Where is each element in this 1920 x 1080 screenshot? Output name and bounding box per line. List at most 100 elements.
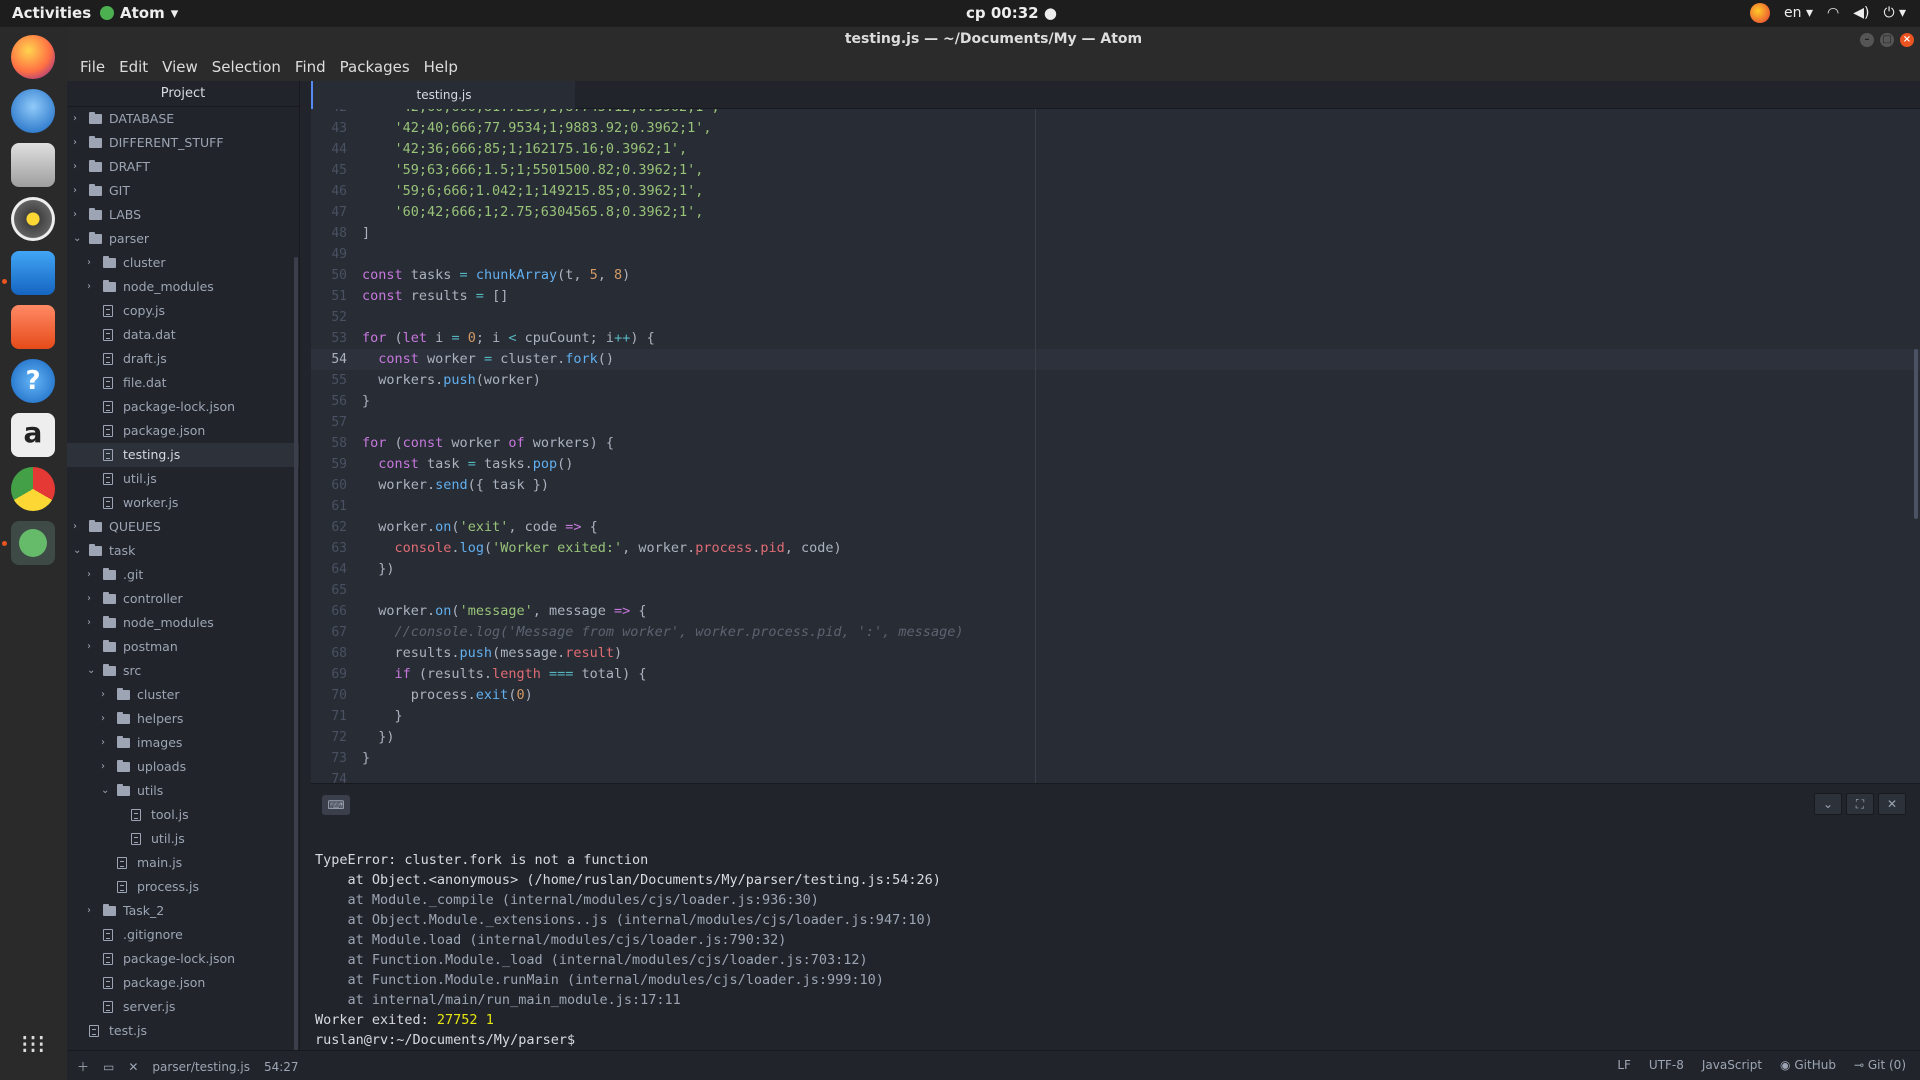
status-grammar[interactable]: JavaScript bbox=[1702, 1058, 1762, 1072]
code-line[interactable]: const tasks = chunkArray(t, 5, 8) bbox=[362, 265, 1902, 286]
chevron-right-icon[interactable]: › bbox=[87, 563, 99, 587]
chevron-right-icon[interactable]: › bbox=[73, 131, 85, 155]
code-line[interactable]: const worker = cluster.fork() bbox=[362, 349, 1902, 370]
chevron-down-icon[interactable]: ⌄ bbox=[101, 779, 113, 803]
tree-folder[interactable]: › controller bbox=[67, 587, 299, 611]
app-menu[interactable]: Atom ▾ bbox=[100, 4, 178, 22]
menu-help[interactable]: Help bbox=[417, 58, 465, 76]
code-line[interactable]: '59;6;666;1.042;1;149215.85;0.3962;1', bbox=[362, 181, 1902, 202]
chevron-right-icon[interactable]: › bbox=[87, 251, 99, 275]
sidebar-scrollbar[interactable] bbox=[294, 257, 298, 1050]
chevron-right-icon[interactable]: › bbox=[73, 179, 85, 203]
code-line[interactable]: for (let i = 0; i < cpuCount; i++) { bbox=[362, 328, 1902, 349]
power-menu-icon[interactable]: ⏻ ▾ bbox=[1883, 5, 1906, 21]
status-file-path[interactable]: parser/testing.js bbox=[152, 1060, 250, 1074]
tree-folder[interactable]: › LABS bbox=[67, 203, 299, 227]
chevron-down-icon[interactable]: ⌄ bbox=[73, 227, 85, 251]
code-line[interactable]: results.push(message.result) bbox=[362, 643, 1902, 664]
code-line[interactable]: } bbox=[362, 706, 1902, 727]
code-editor[interactable]: 42 43 44 45 46 47 48 49 50 51 52 53 54 55 56 57 58 59 60 61… bbox=[311, 109, 1920, 783]
tree-file[interactable]: file.dat bbox=[67, 371, 299, 395]
code-line[interactable]: if (results.length === total) { bbox=[362, 664, 1902, 685]
tree-file[interactable]: data.dat bbox=[67, 323, 299, 347]
tree-file[interactable]: test.js bbox=[67, 1019, 299, 1043]
code-line[interactable]: worker.on('message', message => { bbox=[362, 601, 1902, 622]
tree-folder[interactable]: ⌄ parser bbox=[67, 227, 299, 251]
tree-folder[interactable]: › images bbox=[67, 731, 299, 755]
menu-file[interactable]: File bbox=[73, 58, 112, 76]
chevron-right-icon[interactable]: › bbox=[87, 899, 99, 923]
tree-file[interactable]: main.js bbox=[67, 851, 299, 875]
code-line[interactable]: console.log('Worker exited:', worker.pro… bbox=[362, 538, 1902, 559]
code-line[interactable]: '59;63;666;1.5;1;5501500.82;0.3962;1', bbox=[362, 160, 1902, 181]
code-line[interactable]: workers.push(worker) bbox=[362, 370, 1902, 391]
tree-folder[interactable]: › .git bbox=[67, 563, 299, 587]
chevron-right-icon[interactable]: › bbox=[101, 731, 113, 755]
tree-file[interactable]: tool.js bbox=[67, 803, 299, 827]
add-terminal-icon[interactable]: ＋ bbox=[77, 1058, 89, 1075]
tree-file[interactable]: process.js bbox=[67, 875, 299, 899]
menu-selection[interactable]: Selection bbox=[205, 58, 288, 76]
code-line[interactable]: '42;60;666;81.7259;1;87745.12;0.3962;1', bbox=[362, 109, 1902, 118]
code-line[interactable]: worker.on('exit', code => { bbox=[362, 517, 1902, 538]
code-line[interactable] bbox=[362, 244, 1902, 265]
writer-icon[interactable] bbox=[11, 251, 55, 295]
tree-folder[interactable]: › DATABASE bbox=[67, 107, 299, 131]
chevron-right-icon[interactable]: › bbox=[87, 611, 99, 635]
tree-file[interactable]: util.js bbox=[67, 467, 299, 491]
chrome-icon[interactable] bbox=[11, 467, 55, 511]
menu-find[interactable]: Find bbox=[288, 58, 333, 76]
chevron-right-icon[interactable]: › bbox=[87, 275, 99, 299]
wifi-icon[interactable]: ◠ bbox=[1827, 5, 1839, 21]
activities-button[interactable]: Activities bbox=[12, 4, 91, 22]
status-encoding[interactable]: UTF-8 bbox=[1649, 1058, 1684, 1072]
volume-icon[interactable]: ◀) bbox=[1853, 5, 1869, 21]
tree-file[interactable]: package-lock.json bbox=[67, 947, 299, 971]
code-line[interactable]: } bbox=[362, 391, 1902, 412]
code-line[interactable]: '42;40;666;77.9534;1;9883.92;0.3962;1', bbox=[362, 118, 1902, 139]
tree-file[interactable]: testing.js bbox=[67, 443, 299, 467]
language-indicator[interactable]: en ▾ bbox=[1784, 5, 1813, 21]
minimize-icon[interactable]: – bbox=[1860, 33, 1874, 47]
tree-folder[interactable]: ⌄ src bbox=[67, 659, 299, 683]
maximize-panel-icon[interactable]: ⛶ bbox=[1846, 793, 1874, 815]
tree-folder[interactable]: › DIFFERENT_STUFF bbox=[67, 131, 299, 155]
tree-folder[interactable]: › node_modules bbox=[67, 275, 299, 299]
code-line[interactable]: ] bbox=[362, 223, 1902, 244]
software-center-icon[interactable] bbox=[11, 305, 55, 349]
status-cursor-position[interactable]: 54:27 bbox=[264, 1060, 299, 1074]
tree-file[interactable]: util.js bbox=[67, 827, 299, 851]
tab-testing-js[interactable]: testing.js bbox=[311, 81, 575, 109]
code-line[interactable]: }) bbox=[362, 727, 1902, 748]
tree-folder[interactable]: › DRAFT bbox=[67, 155, 299, 179]
maximize-icon[interactable]: □ bbox=[1880, 33, 1894, 47]
tree-file[interactable]: copy.js bbox=[67, 299, 299, 323]
menu-view[interactable]: View bbox=[155, 58, 205, 76]
tree-folder[interactable]: › Task_2 bbox=[67, 899, 299, 923]
tree-folder[interactable]: › GIT bbox=[67, 179, 299, 203]
files-icon[interactable] bbox=[11, 143, 55, 187]
chevron-down-icon[interactable]: ⌄ bbox=[87, 659, 99, 683]
code-line[interactable] bbox=[362, 412, 1902, 433]
menu-edit[interactable]: Edit bbox=[112, 58, 155, 76]
close-window-icon[interactable]: × bbox=[1900, 33, 1914, 47]
amazon-icon[interactable]: a bbox=[11, 413, 55, 457]
status-git[interactable]: ⊸ Git (0) bbox=[1854, 1058, 1906, 1072]
code-line[interactable]: const results = [] bbox=[362, 286, 1902, 307]
code-line[interactable]: for (const worker of workers) { bbox=[362, 433, 1902, 454]
tree-folder[interactable]: › uploads bbox=[67, 755, 299, 779]
menu-packages[interactable]: Packages bbox=[333, 58, 417, 76]
editor-scrollbar[interactable] bbox=[1914, 349, 1918, 519]
status-line-ending[interactable]: LF bbox=[1617, 1058, 1631, 1072]
chevron-right-icon[interactable]: › bbox=[101, 683, 113, 707]
tree-file[interactable]: package.json bbox=[67, 419, 299, 443]
close-terminal-icon[interactable]: ✕ bbox=[128, 1060, 138, 1074]
chevron-right-icon[interactable]: › bbox=[73, 155, 85, 179]
code-line[interactable]: worker.send({ task }) bbox=[362, 475, 1902, 496]
close-panel-icon[interactable]: ✕ bbox=[1878, 793, 1906, 815]
firefox-icon[interactable] bbox=[11, 35, 55, 79]
tree-file[interactable]: draft.js bbox=[67, 347, 299, 371]
tree-folder[interactable]: › node_modules bbox=[67, 611, 299, 635]
tree-file[interactable]: package.json bbox=[67, 971, 299, 995]
status-github[interactable]: ◉ GitHub bbox=[1780, 1058, 1836, 1072]
